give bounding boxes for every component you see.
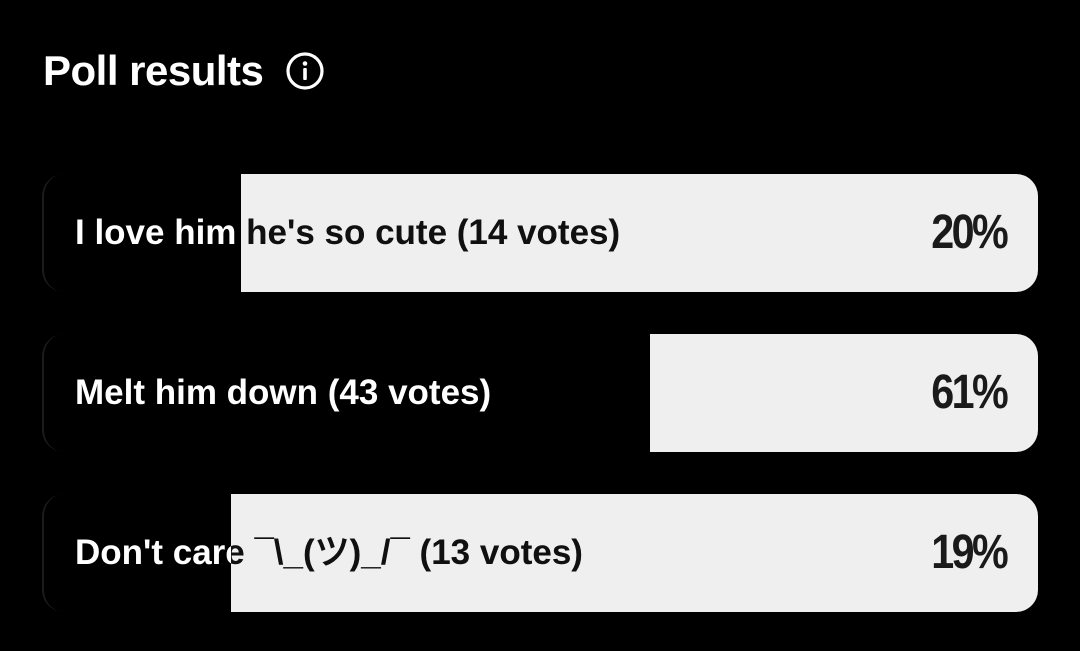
poll-option-percent: 61% — [931, 366, 1008, 419]
poll-option-percent: 19% — [931, 526, 1008, 579]
poll-option-edge — [42, 334, 64, 452]
poll-option-percent: 20% — [931, 206, 1008, 259]
poll-option-label: I love him he's so cute (14 votes) — [75, 213, 621, 252]
info-icon[interactable] — [285, 51, 325, 91]
poll-header: Poll results — [43, 44, 325, 98]
poll-options-list: I love him he's so cute (14 votes) 20% M… — [42, 174, 1038, 612]
poll-option-edge — [42, 494, 64, 612]
poll-option-edge — [42, 174, 64, 292]
poll-option-melt[interactable]: Melt him down (43 votes) 61% — [42, 334, 1038, 452]
poll-option-label: Don't care ¯\_(ツ)_/¯ (13 votes) — [75, 533, 583, 572]
page-title: Poll results — [43, 47, 264, 94]
poll-option-dont-care[interactable]: Don't care ¯\_(ツ)_/¯ (13 votes) 19% — [42, 494, 1038, 612]
poll-results-page: Poll results I love him he's so cute (14… — [0, 0, 1080, 651]
poll-option-label: Melt him down (43 votes) — [75, 373, 492, 412]
poll-option-love[interactable]: I love him he's so cute (14 votes) 20% — [42, 174, 1038, 292]
